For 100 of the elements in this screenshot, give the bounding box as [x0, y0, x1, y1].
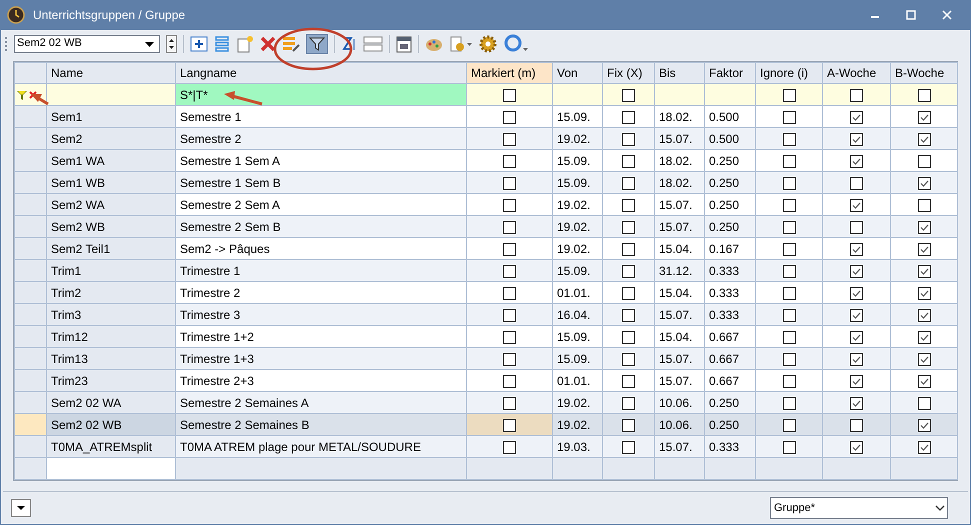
checkbox[interactable]: [782, 440, 796, 454]
column-header[interactable]: Langname: [176, 62, 466, 84]
filter-text[interactable]: S*|T*: [180, 88, 208, 102]
checkbox[interactable]: [918, 110, 930, 124]
column-header[interactable]: B-Woche: [890, 62, 958, 84]
checkbox[interactable]: [782, 308, 796, 322]
checkbox[interactable]: [918, 176, 930, 190]
checkbox[interactable]: [918, 396, 930, 410]
checkbox[interactable]: [782, 176, 796, 190]
edit-list-icon[interactable]: [282, 34, 300, 52]
checkbox[interactable]: [622, 440, 635, 454]
checkbox[interactable]: [503, 330, 516, 344]
checkbox[interactable]: [782, 352, 796, 366]
checkbox[interactable]: [622, 242, 635, 256]
checkbox[interactable]: [503, 440, 516, 454]
checkbox[interactable]: [782, 396, 796, 410]
checkbox[interactable]: [622, 154, 635, 168]
checkbox[interactable]: [918, 154, 930, 168]
checkbox[interactable]: [850, 330, 863, 344]
checkbox[interactable]: [503, 110, 516, 124]
checkbox[interactable]: [622, 330, 635, 344]
checkbox[interactable]: [918, 88, 930, 102]
checkbox[interactable]: [782, 220, 796, 234]
checkbox[interactable]: [782, 330, 796, 344]
checkbox[interactable]: [850, 132, 863, 146]
checkbox[interactable]: [622, 286, 635, 300]
checkbox[interactable]: [622, 264, 635, 278]
checkbox[interactable]: [850, 110, 863, 124]
checkbox[interactable]: [850, 396, 863, 410]
column-header[interactable]: A-Woche: [822, 62, 890, 84]
checkbox[interactable]: [850, 308, 863, 322]
column-header[interactable]: Ignore (i): [756, 62, 822, 84]
checkbox[interactable]: [918, 418, 930, 432]
close-button[interactable]: [942, 10, 952, 20]
checkbox[interactable]: [850, 198, 863, 212]
checkbox[interactable]: [918, 374, 930, 388]
checkbox[interactable]: [850, 418, 863, 432]
checkbox[interactable]: [918, 132, 930, 146]
checkbox[interactable]: [918, 330, 930, 344]
checkbox[interactable]: [918, 242, 930, 256]
checkbox[interactable]: [918, 286, 930, 300]
checkbox[interactable]: [782, 242, 796, 256]
checkbox[interactable]: [918, 220, 930, 234]
checkbox[interactable]: [918, 352, 930, 366]
checkbox[interactable]: [850, 154, 863, 168]
checkbox[interactable]: [622, 396, 635, 410]
checkbox[interactable]: [850, 440, 863, 454]
column-header[interactable]: Bis: [654, 62, 704, 84]
checkbox[interactable]: [782, 286, 796, 300]
view-selector[interactable]: Gruppe*: [770, 497, 948, 519]
filter-button[interactable]: [306, 34, 328, 54]
checkbox[interactable]: [503, 198, 516, 212]
column-header[interactable]: Name: [46, 62, 176, 84]
checkbox[interactable]: [503, 264, 516, 278]
checkbox[interactable]: [918, 308, 930, 322]
checkbox[interactable]: [622, 418, 635, 432]
checkbox[interactable]: [503, 308, 516, 322]
calendar-icon[interactable]: [396, 34, 412, 52]
checkbox[interactable]: [850, 242, 863, 256]
clear-filter-icon[interactable]: [29, 90, 37, 98]
checkbox[interactable]: [918, 198, 930, 212]
checkbox[interactable]: [782, 264, 796, 278]
checkbox[interactable]: [782, 418, 796, 432]
checkbox[interactable]: [503, 242, 516, 256]
checkbox[interactable]: [622, 374, 635, 388]
checkbox[interactable]: [503, 154, 516, 168]
maximize-button[interactable]: [906, 10, 916, 20]
checkbox[interactable]: [850, 352, 863, 366]
checkbox[interactable]: [918, 440, 930, 454]
checkbox[interactable]: [622, 220, 635, 234]
checkbox[interactable]: [850, 220, 863, 234]
checkbox[interactable]: [503, 418, 516, 432]
checkbox[interactable]: [503, 374, 516, 388]
checkbox[interactable]: [782, 110, 796, 124]
checkbox[interactable]: [503, 132, 516, 146]
checkbox[interactable]: [622, 308, 635, 322]
checkbox[interactable]: [850, 374, 863, 388]
checkbox[interactable]: [782, 374, 796, 388]
checkbox[interactable]: [850, 88, 863, 102]
checkbox[interactable]: [622, 110, 635, 124]
checkbox[interactable]: [622, 132, 635, 146]
column-header[interactable]: Faktor: [704, 62, 756, 84]
new-document-icon[interactable]: [236, 34, 254, 52]
spin-buttons[interactable]: [166, 34, 177, 52]
checkbox[interactable]: [503, 220, 516, 234]
column-header[interactable]: Von: [552, 62, 602, 84]
checkbox[interactable]: [850, 286, 863, 300]
record-selector[interactable]: Sem2 02 WB: [14, 34, 160, 52]
checkbox[interactable]: [622, 198, 635, 212]
checkbox[interactable]: [503, 396, 516, 410]
checkbox[interactable]: [503, 286, 516, 300]
checkbox[interactable]: [622, 88, 635, 102]
checkbox[interactable]: [850, 264, 863, 278]
checkbox[interactable]: [503, 352, 516, 366]
checkbox[interactable]: [622, 176, 635, 190]
checkbox[interactable]: [782, 198, 796, 212]
checkbox[interactable]: [782, 88, 796, 102]
checkbox[interactable]: [850, 176, 863, 190]
checkbox[interactable]: [782, 132, 796, 146]
column-header[interactable]: Fix (X): [602, 62, 654, 84]
